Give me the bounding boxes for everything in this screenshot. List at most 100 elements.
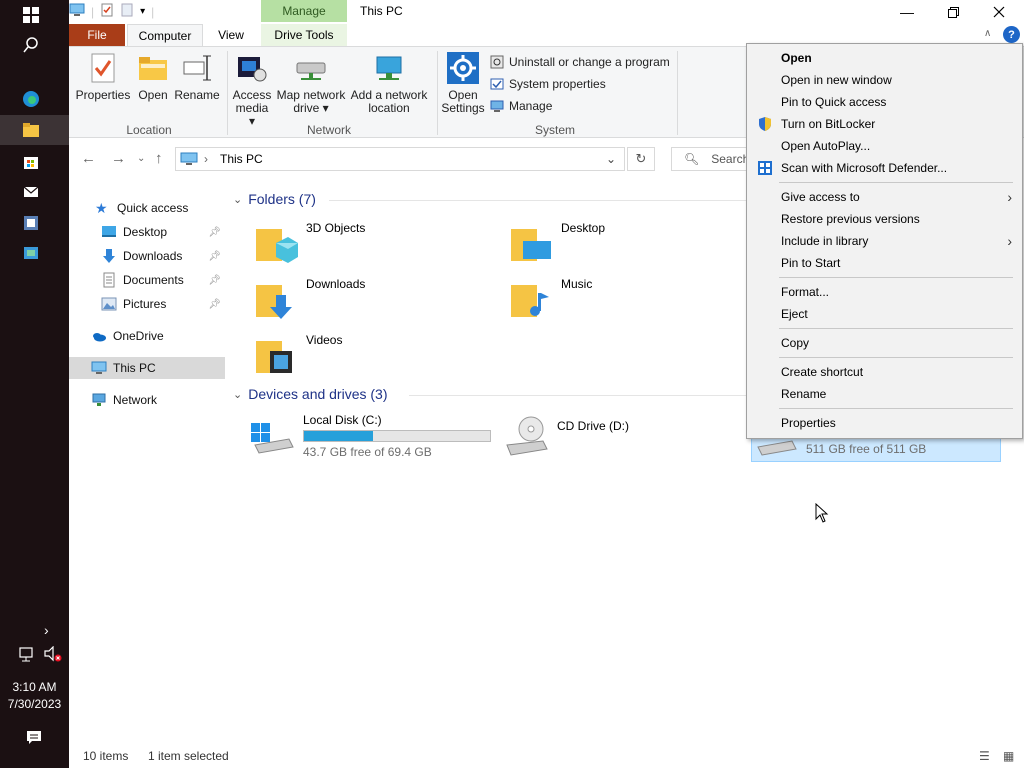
expand-ribbon-chevron-icon[interactable]: ∧ bbox=[984, 28, 991, 39]
folder-videos[interactable]: Videos bbox=[254, 333, 342, 377]
app2-taskbar-button[interactable] bbox=[0, 238, 69, 268]
address-bar[interactable]: › This PC ⌄ bbox=[175, 147, 625, 171]
open-settings-button[interactable]: Open Settings bbox=[441, 51, 485, 115]
clock-date[interactable]: 7/30/2023 bbox=[0, 697, 69, 711]
taskbar: › 3:10 AM 7/30/2023 bbox=[0, 0, 69, 768]
refresh-button[interactable]: ↻ bbox=[627, 147, 655, 171]
folder-desktop[interactable]: Desktop bbox=[509, 221, 605, 265]
file-explorer-taskbar-button[interactable] bbox=[0, 115, 69, 145]
add-network-location-button[interactable]: Add a network location bbox=[350, 51, 428, 115]
properties-button[interactable]: Properties bbox=[75, 51, 131, 102]
computer-manage-icon bbox=[490, 100, 504, 112]
folder-downloads[interactable]: Downloads bbox=[254, 277, 365, 321]
menu-defender-scan[interactable]: Scan with Microsoft Defender... bbox=[747, 157, 1022, 179]
details-view-icon[interactable]: ☰ bbox=[979, 749, 990, 763]
chevron-right-icon: › bbox=[44, 622, 49, 638]
nav-quick-access[interactable]: ★ Quick access bbox=[69, 197, 225, 219]
nav-this-pc[interactable]: This PC bbox=[69, 357, 225, 379]
nav-network[interactable]: Network bbox=[69, 389, 225, 411]
search-button[interactable] bbox=[0, 30, 69, 60]
window-title: This PC bbox=[360, 4, 403, 18]
nav-documents[interactable]: Documents 📌︎ bbox=[69, 269, 225, 291]
customize-qat-dropdown[interactable]: ▾ bbox=[140, 6, 145, 17]
pin-icon: 📌︎ bbox=[208, 274, 221, 286]
access-media-button[interactable]: Access media ▾ bbox=[231, 51, 273, 128]
rename-icon bbox=[183, 55, 211, 81]
tab-view[interactable]: View bbox=[209, 24, 253, 46]
menu-bitlocker[interactable]: Turn on BitLocker bbox=[747, 113, 1022, 135]
uninstall-program-button[interactable]: Uninstall or change a program bbox=[490, 55, 670, 69]
breadcrumb-this-pc[interactable]: This PC bbox=[220, 152, 263, 166]
tab-file[interactable]: File bbox=[69, 24, 125, 46]
large-icons-view-icon[interactable]: ▦ bbox=[1003, 749, 1014, 763]
uninstall-icon bbox=[490, 55, 504, 69]
menu-autoplay[interactable]: Open AutoPlay... bbox=[747, 135, 1022, 157]
folder-music[interactable]: Music bbox=[509, 277, 592, 321]
network-status-icon[interactable] bbox=[18, 646, 36, 665]
properties-qat-icon[interactable] bbox=[100, 3, 114, 20]
app-icon bbox=[24, 216, 38, 230]
rename-button[interactable]: Rename bbox=[174, 51, 220, 102]
menu-properties[interactable]: Properties bbox=[747, 412, 1022, 434]
menu-create-shortcut[interactable]: Create shortcut bbox=[747, 361, 1022, 383]
manage-contextual-tab[interactable]: Manage bbox=[261, 0, 347, 22]
manage-button[interactable]: Manage bbox=[490, 99, 552, 113]
restore-button[interactable] bbox=[930, 0, 976, 24]
menu-eject[interactable]: Eject bbox=[747, 303, 1022, 325]
menu-restore-versions[interactable]: Restore previous versions bbox=[747, 208, 1022, 230]
folders-section-header[interactable]: ⌄ Folders (7) bbox=[233, 191, 316, 207]
nav-downloads[interactable]: Downloads 📌︎ bbox=[69, 245, 225, 267]
nav-pictures[interactable]: Pictures 📌︎ bbox=[69, 293, 225, 315]
windows-drive-icon bbox=[251, 423, 294, 454]
folder-3d-objects[interactable]: 3D Objects bbox=[254, 221, 365, 265]
show-hidden-icons-button[interactable]: › bbox=[44, 622, 49, 638]
back-arrow-icon[interactable]: ← bbox=[81, 150, 96, 167]
search-icon: 🔍︎ bbox=[684, 152, 700, 166]
submenu-arrow-icon: › bbox=[1007, 233, 1012, 249]
tab-drive-tools[interactable]: Drive Tools bbox=[261, 24, 347, 46]
cd-drive-icon bbox=[506, 416, 548, 456]
menu-pin-start[interactable]: Pin to Start bbox=[747, 252, 1022, 274]
menu-copy[interactable]: Copy bbox=[747, 332, 1022, 354]
edge-taskbar-button[interactable] bbox=[0, 84, 69, 114]
menu-rename[interactable]: Rename bbox=[747, 383, 1022, 405]
drive-cd-d[interactable]: CD Drive (D:) bbox=[503, 413, 629, 457]
volume-muted-icon[interactable] bbox=[43, 645, 63, 665]
address-dropdown-chevron-icon[interactable]: ⌄ bbox=[606, 152, 616, 166]
app-taskbar-button[interactable] bbox=[0, 208, 69, 238]
start-button[interactable] bbox=[0, 0, 69, 30]
drive-local-disk-c[interactable]: Local Disk (C:) 43.7 GB free of 69.4 GB bbox=[249, 413, 491, 459]
star-icon: ★ bbox=[95, 200, 108, 216]
system-group-label: System bbox=[534, 123, 575, 137]
new-folder-qat-icon[interactable] bbox=[120, 3, 134, 20]
map-network-drive-button[interactable]: Map network drive ▾ bbox=[275, 51, 347, 115]
system-properties-button[interactable]: System properties bbox=[490, 77, 606, 91]
action-center-button[interactable] bbox=[26, 730, 42, 749]
drive-selected-511gb[interactable]: 511 GB free of 511 GB bbox=[751, 435, 1001, 462]
menu-pin-quick-access[interactable]: Pin to Quick access bbox=[747, 91, 1022, 113]
mail-taskbar-button[interactable] bbox=[0, 177, 69, 207]
help-icon[interactable]: ? bbox=[1003, 26, 1020, 43]
minimize-button[interactable]: — bbox=[884, 0, 930, 24]
menu-include-library[interactable]: Include in library › bbox=[747, 230, 1022, 252]
add-network-location-icon bbox=[376, 56, 402, 80]
close-button[interactable] bbox=[976, 0, 1022, 24]
devices-section-header[interactable]: ⌄ Devices and drives (3) bbox=[233, 386, 388, 402]
nav-onedrive[interactable]: OneDrive bbox=[69, 325, 225, 347]
breadcrumb-chevron-icon[interactable]: › bbox=[204, 152, 208, 166]
drive-c-free-space: 43.7 GB free of 69.4 GB bbox=[303, 445, 432, 459]
menu-give-access[interactable]: Give access to › bbox=[747, 186, 1022, 208]
clock-time[interactable]: 3:10 AM bbox=[0, 680, 69, 694]
recent-locations-chevron-icon[interactable]: ⌄ bbox=[137, 153, 145, 164]
open-button[interactable]: Open bbox=[135, 51, 171, 102]
menu-format[interactable]: Format... bbox=[747, 281, 1022, 303]
menu-open[interactable]: Open bbox=[747, 47, 1022, 69]
menu-open-new-window[interactable]: Open in new window bbox=[747, 69, 1022, 91]
nav-desktop[interactable]: Desktop 📌︎ bbox=[69, 221, 225, 243]
close-icon bbox=[993, 6, 1005, 18]
computer-qat-icon[interactable] bbox=[69, 3, 85, 20]
forward-arrow-icon[interactable]: → bbox=[111, 150, 126, 167]
store-taskbar-button[interactable] bbox=[0, 146, 69, 176]
tab-computer[interactable]: Computer bbox=[127, 24, 203, 46]
up-arrow-icon[interactable]: ↑ bbox=[155, 150, 163, 167]
